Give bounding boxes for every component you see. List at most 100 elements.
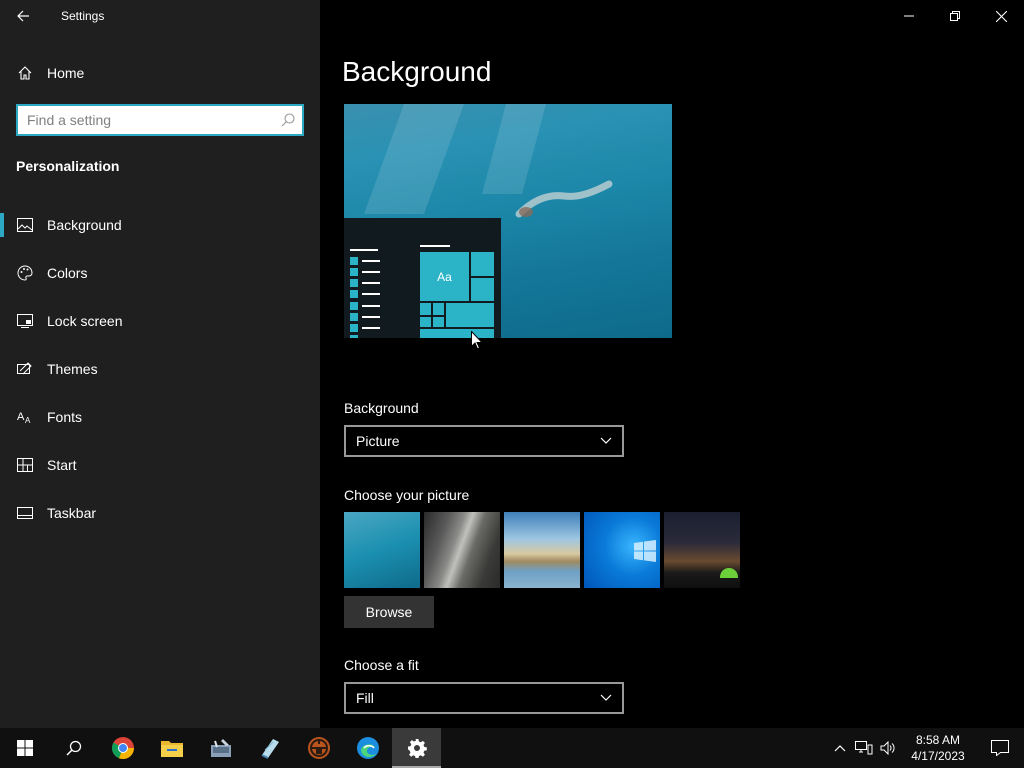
sidebar-item-label: Themes bbox=[47, 361, 98, 377]
nav-list: Background Colors Lock screen Themes AA … bbox=[0, 201, 320, 537]
picture-thumbnails bbox=[344, 512, 740, 588]
thumbnail-windows-logo[interactable] bbox=[584, 512, 660, 588]
sidebar-item-label: Fonts bbox=[47, 409, 83, 425]
restore-icon bbox=[950, 11, 960, 21]
tray-volume-button[interactable] bbox=[876, 728, 900, 768]
system-tray: 8:58 AM 4/17/2023 bbox=[828, 728, 1024, 768]
game-app-icon bbox=[307, 737, 330, 759]
file-explorer-icon bbox=[160, 741, 183, 757]
themes-icon bbox=[0, 362, 47, 376]
back-arrow-icon bbox=[17, 10, 29, 22]
sidebar-item-taskbar[interactable]: Taskbar bbox=[0, 489, 320, 537]
search-icon bbox=[65, 740, 81, 756]
chrome-icon bbox=[111, 737, 134, 760]
home-label: Home bbox=[47, 65, 85, 81]
taskbar-search-button[interactable] bbox=[49, 728, 98, 768]
choose-fit-label: Choose a fit bbox=[344, 657, 419, 673]
sidebar-item-label: Background bbox=[47, 217, 122, 233]
svg-text:A: A bbox=[25, 416, 31, 424]
restore-button[interactable] bbox=[932, 0, 978, 32]
taskbar-icon bbox=[0, 507, 47, 519]
taskbar-edge[interactable] bbox=[343, 728, 392, 768]
palette-icon bbox=[0, 265, 47, 281]
home-icon bbox=[0, 65, 47, 81]
background-preview: Aa bbox=[344, 104, 672, 338]
back-button[interactable] bbox=[0, 0, 46, 32]
windows-logo-icon bbox=[634, 540, 656, 562]
main-content: Background Aa Background Picture Choose … bbox=[320, 0, 1024, 728]
sidebar-item-colors[interactable]: Colors bbox=[0, 249, 320, 297]
network-icon bbox=[855, 741, 873, 755]
sidebar-item-start[interactable]: Start bbox=[0, 441, 320, 489]
close-icon bbox=[995, 10, 1007, 22]
lock-screen-icon bbox=[0, 314, 47, 328]
edge-icon bbox=[356, 737, 379, 759]
svg-text:A: A bbox=[17, 411, 25, 423]
taskbar-clock[interactable]: 8:58 AM 4/17/2023 bbox=[900, 732, 976, 764]
sidebar-item-background[interactable]: Background bbox=[0, 201, 320, 249]
choose-picture-label: Choose your picture bbox=[344, 487, 470, 503]
taskbar-tool-app[interactable] bbox=[196, 728, 245, 768]
swimmer-figure bbox=[515, 180, 613, 218]
tray-overflow-button[interactable] bbox=[828, 728, 852, 768]
taskbar-notepad-app[interactable] bbox=[245, 728, 294, 768]
windows-start-icon bbox=[16, 740, 33, 756]
search-icon[interactable] bbox=[280, 112, 296, 128]
taskbar-settings[interactable] bbox=[392, 728, 441, 768]
minimize-icon bbox=[904, 15, 914, 17]
section-title: Personalization bbox=[16, 158, 120, 174]
sidebar-item-label: Lock screen bbox=[47, 313, 123, 329]
titlebar-left: Settings bbox=[0, 0, 320, 32]
background-dropdown-value: Picture bbox=[356, 433, 400, 449]
page-title: Background bbox=[342, 56, 492, 87]
mouse-cursor-icon bbox=[471, 331, 483, 350]
preview-tiles: Aa bbox=[420, 252, 494, 338]
background-label: Background bbox=[344, 400, 419, 416]
preview-start-menu: Aa bbox=[344, 218, 501, 338]
clock-date: 4/17/2023 bbox=[911, 749, 965, 763]
notepad-app-icon bbox=[261, 739, 279, 759]
search-input[interactable] bbox=[18, 106, 268, 134]
sidebar-item-fonts[interactable]: AA Fonts bbox=[0, 393, 320, 441]
start-icon bbox=[0, 458, 47, 472]
fit-dropdown-value: Fill bbox=[356, 690, 374, 706]
chevron-up-icon bbox=[834, 745, 846, 752]
background-dropdown[interactable]: Picture bbox=[344, 425, 624, 457]
chevron-down-icon bbox=[600, 437, 612, 444]
sidebar-item-lock-screen[interactable]: Lock screen bbox=[0, 297, 320, 345]
taskbar-game-app[interactable] bbox=[294, 728, 343, 768]
thumbnail-night-sky-tent[interactable] bbox=[664, 512, 740, 588]
preview-tile-aa: Aa bbox=[420, 252, 469, 301]
preview-line bbox=[420, 245, 450, 247]
settings-icon bbox=[407, 739, 427, 758]
volume-icon bbox=[880, 741, 895, 755]
thumbnail-rock-wall[interactable] bbox=[424, 512, 500, 588]
start-button[interactable] bbox=[0, 728, 49, 768]
minimize-button[interactable] bbox=[886, 0, 932, 32]
picture-icon bbox=[0, 218, 47, 232]
close-button[interactable] bbox=[978, 0, 1024, 32]
tool-app-icon bbox=[210, 739, 231, 757]
fit-dropdown[interactable]: Fill bbox=[344, 682, 624, 714]
fonts-icon: AA bbox=[0, 410, 47, 424]
chevron-down-icon bbox=[600, 694, 612, 701]
action-center-button[interactable] bbox=[976, 728, 1024, 768]
clock-time: 8:58 AM bbox=[915, 733, 961, 747]
tray-network-button[interactable] bbox=[852, 728, 876, 768]
browse-button[interactable]: Browse bbox=[344, 596, 434, 628]
taskbar: 8:58 AM 4/17/2023 bbox=[0, 728, 1024, 768]
thumbnail-beach-rocks[interactable] bbox=[504, 512, 580, 588]
window-controls bbox=[886, 0, 1024, 32]
sidebar-item-label: Start bbox=[47, 457, 77, 473]
taskbar-file-explorer[interactable] bbox=[147, 728, 196, 768]
app-title: Settings bbox=[61, 9, 105, 23]
sidebar-item-themes[interactable]: Themes bbox=[0, 345, 320, 393]
taskbar-chrome[interactable] bbox=[98, 728, 147, 768]
search-box[interactable] bbox=[16, 104, 304, 136]
sidebar-item-home[interactable]: Home bbox=[0, 56, 320, 90]
notification-icon bbox=[991, 740, 1009, 756]
thumbnail-underwater[interactable] bbox=[344, 512, 420, 588]
sidebar: Settings Home Personalization Background… bbox=[0, 0, 320, 728]
preview-app-list bbox=[350, 244, 380, 338]
sidebar-item-label: Colors bbox=[47, 265, 88, 281]
